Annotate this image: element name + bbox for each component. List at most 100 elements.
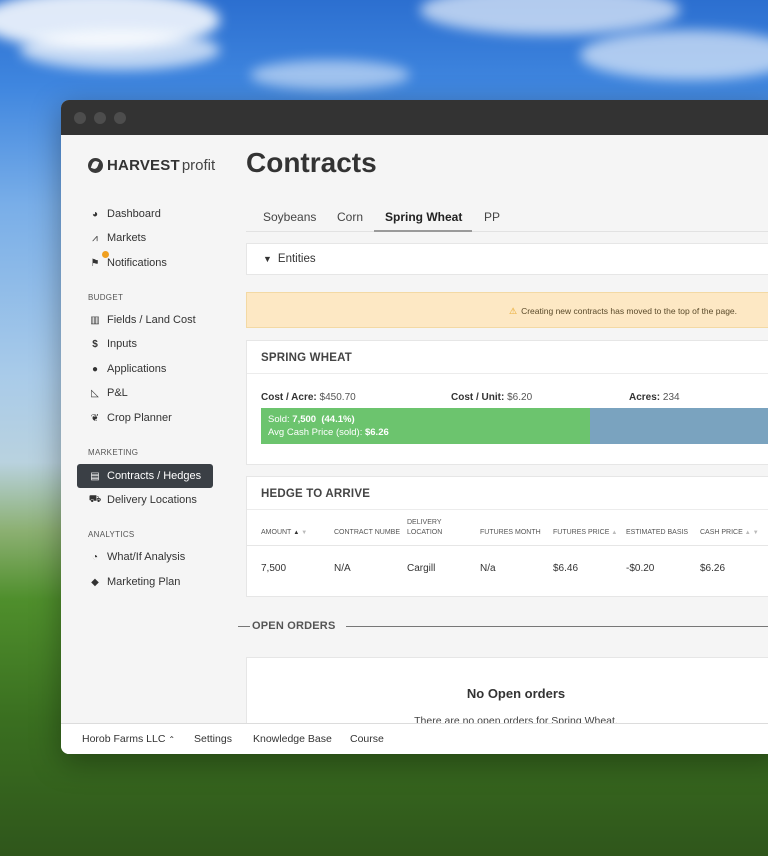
open-orders-card: No Open orders There are no open orders … — [246, 657, 768, 723]
window-titlebar — [61, 100, 768, 135]
divider — [247, 373, 768, 374]
logo[interactable]: HARVEST profit — [88, 157, 215, 174]
sort-icon: ▲ — [611, 530, 618, 536]
cost-per-unit: Cost / Unit: $6.20 — [451, 392, 533, 403]
sidebar-item-label: P&L — [107, 387, 128, 399]
sidebar-item-applications[interactable]: ● Applications — [77, 357, 213, 381]
sort-asc-icon: ▲ — [293, 530, 300, 536]
tab-pp[interactable]: PP — [484, 210, 500, 224]
sidebar-item-markets[interactable]: ⩘ Markets — [77, 226, 213, 250]
sort-desc-icon: ▼ — [301, 530, 308, 536]
spring-wheat-card: SPRING WHEAT Cost / Acre: $450.70 Cost /… — [246, 340, 768, 465]
sidebar-item-crop-planner[interactable]: ❦ Crop Planner — [77, 406, 213, 430]
col-header-futures-month[interactable]: FUTURES MONTH — [480, 529, 541, 536]
entities-filter[interactable]: ▼ Entities — [246, 243, 768, 275]
tags-icon: ◆ — [91, 576, 99, 588]
sidebar-section-budget: BUDGET — [88, 293, 124, 302]
main-content: Contracts Soybeans Corn Spring Wheat PP … — [228, 135, 768, 723]
sort-desc-icon: ▼ — [752, 530, 759, 536]
cloud — [420, 0, 680, 35]
card-title: HEDGE TO ARRIVE — [261, 488, 371, 500]
sidebar-item-label: What/If Analysis — [107, 551, 186, 563]
footer-link-settings[interactable]: Settings — [194, 733, 232, 745]
sidebar-item-inputs[interactable]: $ Inputs — [77, 332, 213, 356]
footer-link-knowledge-base[interactable]: Knowledge Base — [253, 733, 332, 745]
sold-text: Sold: 7,500 (44.1%) — [268, 414, 355, 425]
active-tab-indicator — [374, 230, 472, 232]
info-alert: ⚠ Creating new contracts has moved to the… — [246, 292, 768, 328]
cell-futures-price: $6.46 — [553, 563, 579, 574]
cloud — [20, 30, 220, 70]
card-title: SPRING WHEAT — [261, 352, 352, 364]
sidebar-item-label: Fields / Land Cost — [107, 314, 196, 326]
cloud — [580, 30, 768, 80]
sidebar-item-label: Crop Planner — [107, 412, 172, 424]
col-header-amount[interactable]: AMOUNT ▲ ▼ — [261, 529, 307, 536]
logo-icon — [88, 158, 103, 173]
filter-icon: ▼ — [263, 254, 272, 264]
cloud — [250, 60, 410, 90]
truck-icon: ⛟ — [88, 493, 102, 505]
alert-text: Creating new contracts has moved to the … — [521, 306, 738, 316]
sidebar-item-fields[interactable]: ▥ Fields / Land Cost — [77, 308, 213, 332]
cost-per-acre: Cost / Acre: $450.70 — [261, 392, 356, 403]
footer-bar: Horob Farms LLC ⌃ Settings Knowledge Bas… — [61, 723, 768, 754]
acres: Acres: 234 — [629, 392, 680, 403]
col-header-futures-price[interactable]: FUTURES PRICE ▲ — [553, 529, 617, 536]
sold-progress-bar: Sold: 7,500 (44.1%) Avg Cash Price (sold… — [261, 408, 768, 444]
sidebar-item-dashboard[interactable]: ◕ Dashboard — [77, 202, 213, 226]
map-icon: ▥ — [90, 314, 100, 326]
sidebar-item-label: Applications — [107, 363, 167, 375]
divider — [247, 545, 768, 546]
col-header-cash-price[interactable]: CASH PRICE ▲ ▼ — [700, 529, 759, 536]
footer-link-course[interactable]: Course — [350, 733, 384, 745]
cell-futures-month: N/a — [480, 563, 496, 574]
logo-text-light: profit — [181, 157, 216, 174]
sidebar-item-label: Markets — [107, 232, 147, 244]
col-header-contract-number[interactable]: CONTRACT NUMBE — [334, 529, 400, 536]
entities-label: Entities — [277, 253, 316, 265]
sidebar-item-label: Inputs — [107, 338, 137, 350]
col-header-delivery-location[interactable]: DELIVERY LOCATION — [407, 518, 442, 538]
leaf-icon: ❦ — [90, 412, 100, 424]
logo-text: HARVEST — [107, 157, 180, 174]
app-window: HARVEST profit ◕ Dashboard ⩘ Markets ⚑ N… — [61, 100, 768, 754]
sidebar-item-label: Contracts / Hedges — [107, 470, 202, 482]
avg-cash-text: Avg Cash Price (sold): $6.26 — [268, 427, 389, 438]
sort-asc-icon: ▲ — [744, 530, 751, 536]
sidebar-section-analytics: ANALYTICS — [88, 530, 135, 539]
sidebar-item-contracts[interactable]: ▤ Contracts / Hedges — [77, 464, 213, 488]
sidebar-item-what-if[interactable]: ◔ What/If Analysis — [77, 545, 213, 569]
farm-switcher[interactable]: Horob Farms LLC ⌃ — [82, 733, 175, 745]
sidebar-item-delivery-locations[interactable]: ⛟ Delivery Locations — [77, 488, 213, 512]
tab-spring-wheat[interactable]: Spring Wheat — [385, 210, 462, 224]
flag-icon: ⚑ — [90, 257, 100, 269]
window-minimize-button[interactable] — [94, 112, 106, 124]
chart-area-icon: ◺ — [91, 387, 99, 399]
cell-estimated-basis: -$0.20 — [626, 563, 655, 574]
divider — [247, 509, 768, 510]
sidebar-item-pl[interactable]: ◺ P&L — [77, 381, 213, 405]
window-close-button[interactable] — [74, 112, 86, 124]
col-header-estimated-basis[interactable]: ESTIMATED BASIS — [626, 529, 688, 536]
file-icon: ▤ — [90, 470, 100, 482]
cell-delivery-location: Cargill — [407, 563, 436, 574]
empty-state-subtitle: There are no open orders for Spring Whea… — [414, 715, 618, 723]
sidebar-item-marketing-plan[interactable]: ◆ Marketing Plan — [77, 570, 213, 594]
sidebar-item-label: Notifications — [107, 257, 167, 269]
cell-cash-price: $6.26 — [700, 563, 726, 574]
sidebar-item-label: Delivery Locations — [107, 494, 197, 506]
window-maximize-button[interactable] — [114, 112, 126, 124]
empty-state-title: No Open orders — [466, 686, 566, 701]
divider — [346, 626, 768, 627]
page-title: Contracts — [246, 147, 377, 178]
droplet-icon: ● — [91, 363, 99, 375]
sidebar-section-marketing: MARKETING — [88, 448, 139, 457]
tab-corn[interactable]: Corn — [337, 210, 363, 224]
sidebar-item-label: Dashboard — [107, 208, 161, 220]
crop-tabs: Soybeans Corn Spring Wheat PP — [246, 204, 768, 232]
tab-soybeans[interactable]: Soybeans — [263, 210, 316, 224]
chart-line-icon: ⩘ — [92, 232, 98, 244]
dollar-icon: $ — [92, 338, 98, 350]
sidebar-item-notifications[interactable]: ⚑ Notifications — [77, 251, 213, 275]
